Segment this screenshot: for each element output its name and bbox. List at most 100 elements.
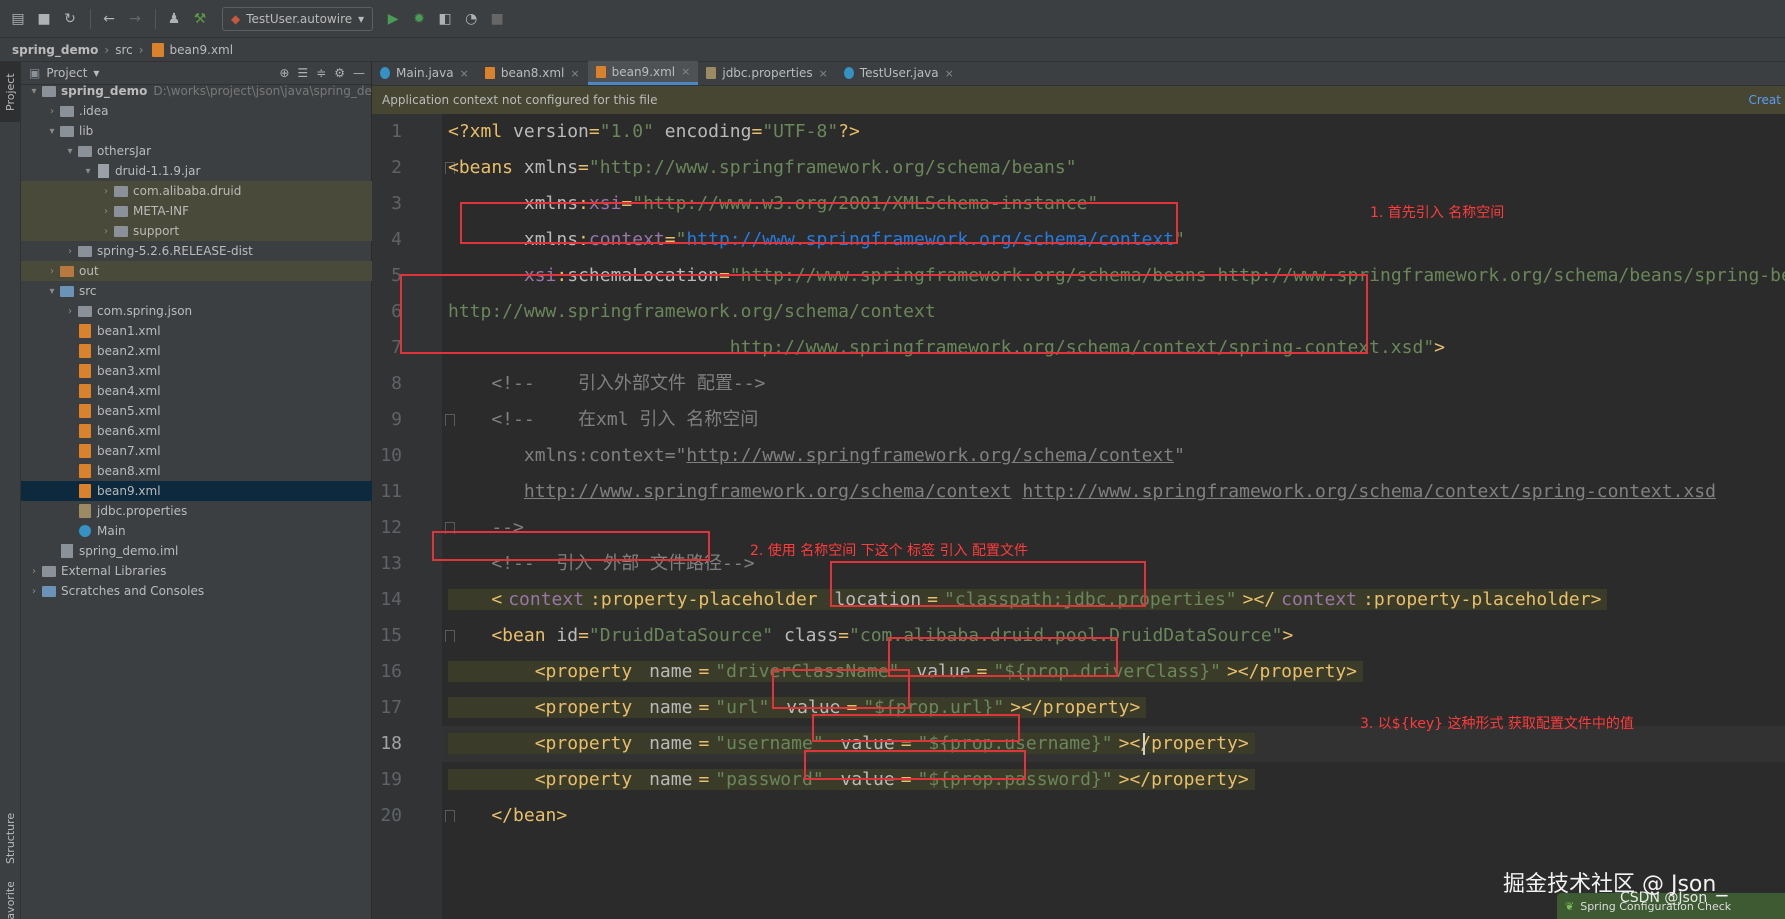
favorites-tool-tab[interactable]: Favorites bbox=[0, 882, 21, 919]
run-configuration-select[interactable]: ◆ TestUser.autowire ▾ bbox=[222, 6, 374, 31]
java-file-icon bbox=[380, 67, 390, 79]
chevron-right-icon[interactable]: › bbox=[99, 226, 113, 237]
tree-item[interactable]: › com.alibaba.druid bbox=[21, 181, 372, 201]
tree-item[interactable]: Main bbox=[21, 521, 372, 541]
tree-item[interactable]: bean5.xml bbox=[21, 401, 372, 421]
user-icon[interactable]: ♟ bbox=[162, 7, 186, 31]
code-line[interactable]: </bean> bbox=[448, 798, 567, 834]
create-context-link[interactable]: Creat bbox=[1749, 93, 1782, 107]
tree-item[interactable]: › .idea bbox=[21, 101, 372, 121]
chevron-right-icon[interactable]: › bbox=[27, 586, 41, 597]
forward-icon[interactable]: → bbox=[123, 7, 147, 31]
tree-item[interactable]: › External Libraries bbox=[21, 561, 372, 581]
hide-icon[interactable]: — bbox=[353, 66, 365, 80]
chevron-down-icon[interactable]: ▾ bbox=[45, 286, 59, 297]
close-icon[interactable]: × bbox=[570, 67, 579, 80]
tree-item-label: bean4.xml bbox=[97, 384, 161, 398]
project-tool-tab[interactable]: Project bbox=[0, 62, 21, 122]
editor-tab-label: Main.java bbox=[396, 66, 454, 80]
chevron-down-icon[interactable]: ▾ bbox=[93, 66, 99, 80]
close-icon[interactable]: × bbox=[460, 67, 469, 80]
tree-item[interactable]: ▾ othersJar bbox=[21, 141, 372, 161]
code-line[interactable]: http://www.springframework.org/schema/co… bbox=[448, 474, 1716, 510]
tree-item[interactable]: ▾ src bbox=[21, 281, 372, 301]
folder-icon bbox=[113, 224, 129, 238]
chevron-down-icon[interactable]: ▾ bbox=[27, 86, 41, 97]
spring-leaf-icon: ❦ bbox=[1565, 899, 1575, 913]
breadcrumb-file[interactable]: bean9.xml bbox=[170, 43, 234, 57]
code-line[interactable]: <!-- 在xml 引入 名称空间 bbox=[448, 402, 758, 438]
code-line[interactable]: <bean id="DruidDataSource" class="com.al… bbox=[448, 618, 1293, 654]
sync-icon[interactable]: ↻ bbox=[58, 7, 82, 31]
tree-item[interactable]: bean3.xml bbox=[21, 361, 372, 381]
close-icon[interactable]: × bbox=[819, 67, 828, 80]
code-token: ></property> bbox=[1118, 769, 1255, 790]
line-number: 12 bbox=[380, 517, 402, 538]
tree-item[interactable]: › META-INF bbox=[21, 201, 372, 221]
tree-item[interactable]: ▾ spring_demo D:\works\project\json\java\s… bbox=[21, 81, 372, 101]
close-icon[interactable]: × bbox=[681, 65, 690, 78]
code-token: ></ bbox=[1242, 589, 1282, 610]
chevron-right-icon[interactable]: › bbox=[99, 206, 113, 217]
editor-tab[interactable]: TestUser.java × bbox=[836, 61, 962, 85]
breadcrumb-src[interactable]: src bbox=[115, 43, 133, 57]
code-token: "1.0" bbox=[599, 121, 654, 142]
code-token: name bbox=[649, 697, 699, 718]
tree-item[interactable]: bean7.xml bbox=[21, 441, 372, 461]
code-line[interactable]: <?xml version="1.0" encoding="UTF-8"?> bbox=[448, 114, 860, 150]
editor-tab[interactable]: Main.java × bbox=[372, 61, 477, 85]
expand-all-icon[interactable]: ≑ bbox=[316, 66, 326, 80]
chevron-right-icon[interactable]: › bbox=[63, 306, 77, 317]
chevron-down-icon[interactable]: ▾ bbox=[81, 166, 95, 177]
tree-item[interactable]: ▾ druid-1.1.9.jar bbox=[21, 161, 372, 181]
chevron-right-icon[interactable]: › bbox=[63, 246, 77, 257]
save-all-icon[interactable]: ■ bbox=[32, 7, 56, 31]
chevron-right-icon[interactable]: › bbox=[27, 566, 41, 577]
profile-icon[interactable]: ◔ bbox=[459, 7, 483, 31]
tree-item-label: External Libraries bbox=[61, 564, 167, 578]
tree-item[interactable]: bean4.xml bbox=[21, 381, 372, 401]
line-number: 1 bbox=[391, 121, 402, 142]
collapse-all-icon[interactable]: ☰ bbox=[297, 66, 308, 80]
chevron-right-icon[interactable]: › bbox=[99, 186, 113, 197]
tree-item[interactable]: bean1.xml bbox=[21, 321, 372, 341]
chevron-right-icon[interactable]: › bbox=[45, 266, 59, 277]
build-hammer-icon[interactable]: ⚒ bbox=[188, 7, 212, 31]
tree-item[interactable]: jdbc.properties bbox=[21, 501, 372, 521]
tree-item[interactable]: bean8.xml bbox=[21, 461, 372, 481]
gear-icon[interactable]: ⚙ bbox=[334, 66, 345, 80]
tree-item[interactable]: › support bbox=[21, 221, 372, 241]
code-line[interactable]: xmlns:context="http://www.springframewor… bbox=[448, 438, 1185, 474]
tree-item[interactable]: bean6.xml bbox=[21, 421, 372, 441]
tree-item[interactable]: ▾ lib bbox=[21, 121, 372, 141]
run-icon[interactable]: ▶ bbox=[381, 7, 405, 31]
watermark-csdn: CSDN @Json bbox=[1620, 890, 1708, 906]
chevron-down-icon[interactable]: ▾ bbox=[45, 126, 59, 137]
breadcrumb-project[interactable]: spring_demo bbox=[12, 43, 98, 57]
code-line[interactable]: <beans xmlns="http://www.springframework… bbox=[448, 150, 1077, 186]
back-icon[interactable]: ← bbox=[97, 7, 121, 31]
tree-item[interactable]: › com.spring.json bbox=[21, 301, 372, 321]
chevron-down-icon[interactable]: ▾ bbox=[63, 146, 77, 157]
code-line[interactable]: <!-- 引入外部文件 配置--> bbox=[448, 366, 765, 402]
chevron-right-icon[interactable]: › bbox=[45, 106, 59, 117]
coverage-icon[interactable]: ◧ bbox=[433, 7, 457, 31]
editor-tab[interactable]: bean8.xml × bbox=[477, 61, 588, 85]
tree-item[interactable]: bean9.xml bbox=[21, 481, 372, 501]
editor-tab[interactable]: bean9.xml × bbox=[587, 61, 699, 85]
close-icon[interactable]: × bbox=[945, 67, 954, 80]
structure-tool-tab[interactable]: Structure bbox=[0, 802, 21, 874]
locate-icon[interactable]: ⊕ bbox=[279, 66, 289, 80]
code-token: ></property> bbox=[1226, 661, 1364, 682]
stop-icon[interactable]: ■ bbox=[485, 7, 509, 31]
tree-item[interactable]: › out bbox=[21, 261, 372, 281]
tree-item[interactable]: › Scratches and Consoles bbox=[21, 581, 372, 601]
open-folder-icon[interactable]: ▤ bbox=[6, 7, 30, 31]
editor-tab[interactable]: jdbc.properties × bbox=[698, 61, 835, 85]
tree-item[interactable]: spring_demo.iml bbox=[21, 541, 372, 561]
debug-icon[interactable]: ✹ bbox=[407, 7, 431, 31]
code-token: "url" bbox=[715, 697, 776, 718]
tree-item[interactable]: › spring-5.2.6.RELEASE-dist bbox=[21, 241, 372, 261]
tree-item[interactable]: bean2.xml bbox=[21, 341, 372, 361]
project-panel-title[interactable]: Project bbox=[46, 66, 87, 80]
